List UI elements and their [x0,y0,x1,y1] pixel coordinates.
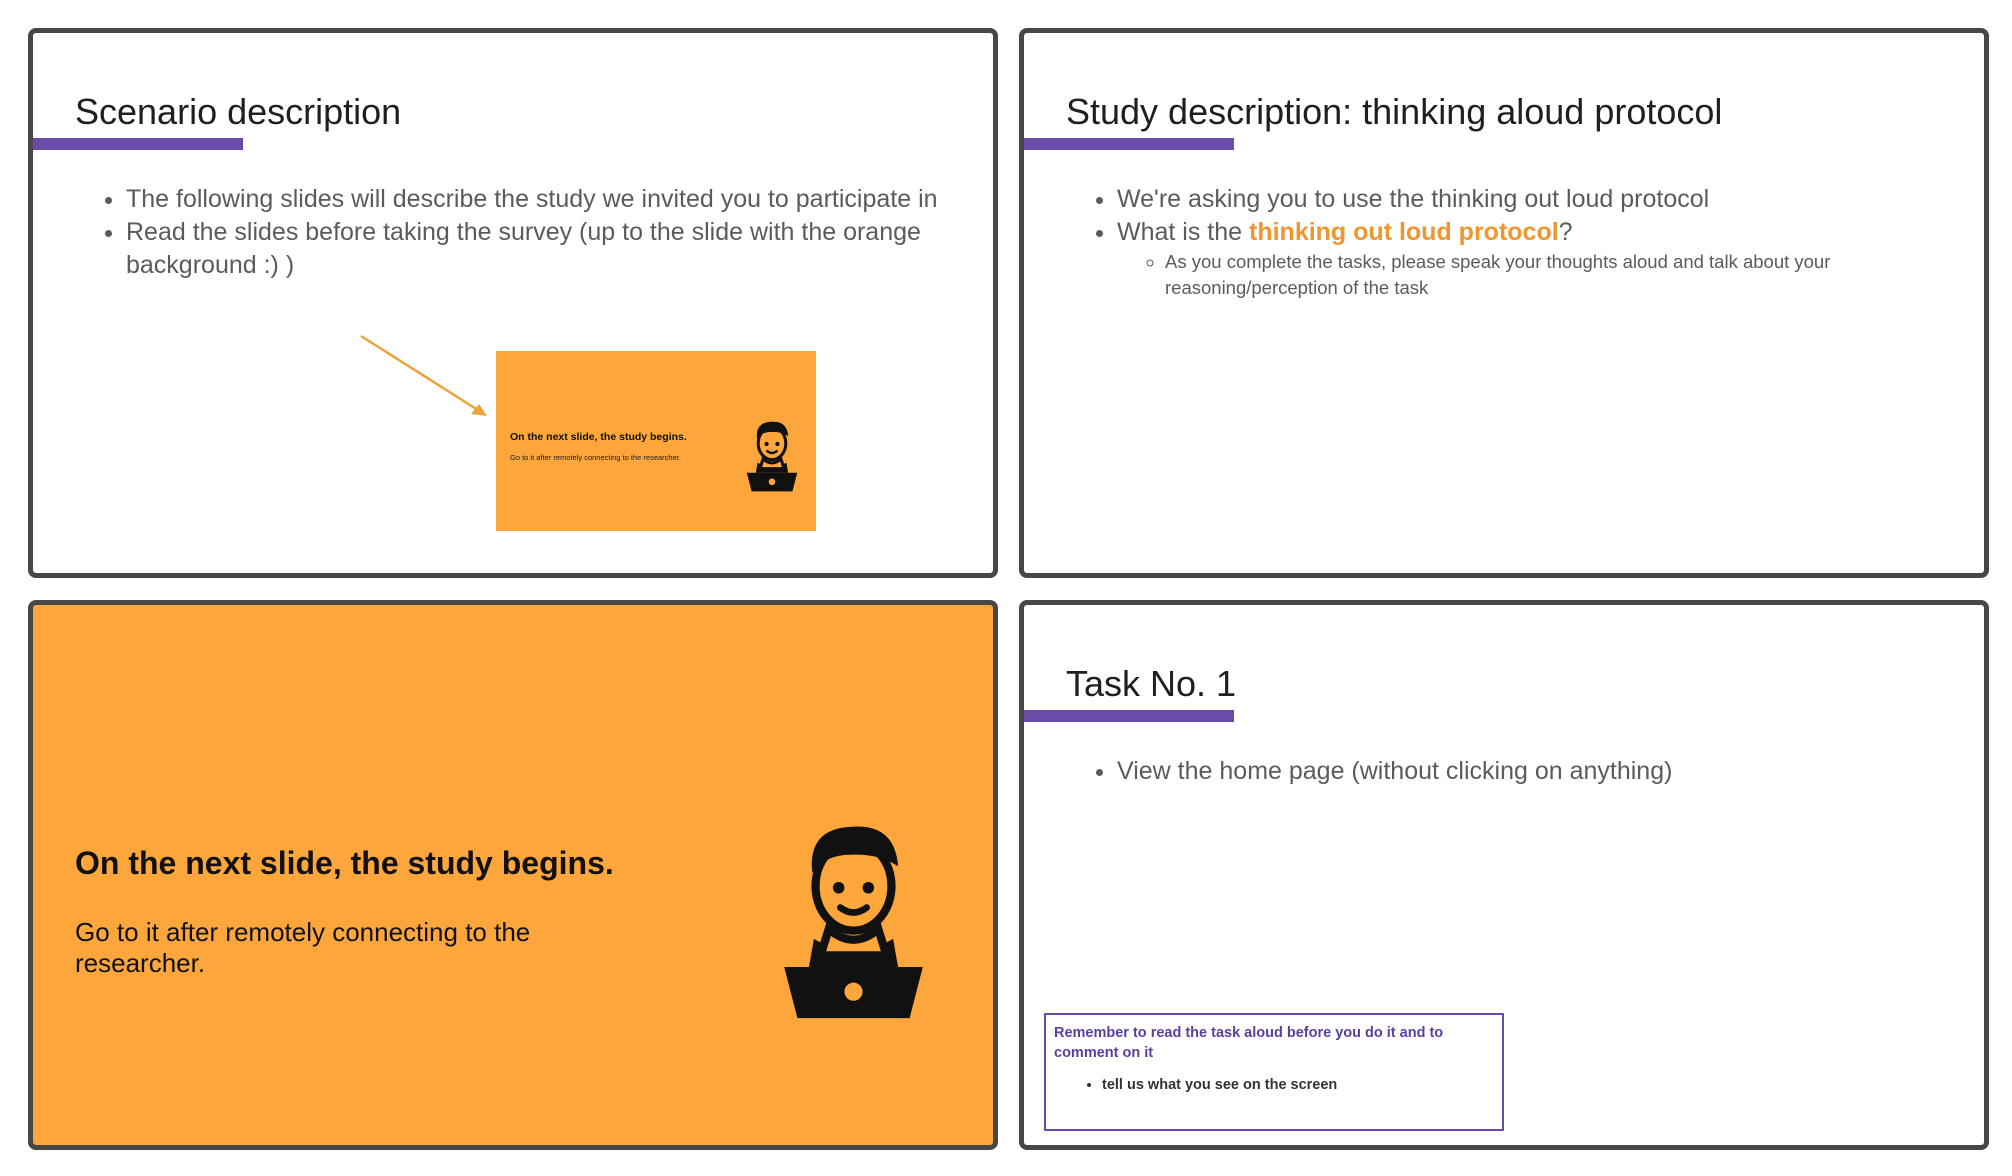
bullet-prefix: What is the [1117,218,1249,246]
slide-task-1[interactable]: Task No. 1 View the home page (without c… [1019,600,1989,1150]
bullet-list: The following slides will describe the s… [88,183,946,282]
sub-bullet-item: As you complete the tasks, please speak … [1165,249,1937,301]
bullet-list: View the home page (without clicking on … [1079,755,1937,788]
highlighted-term: thinking out loud protocol [1249,218,1559,246]
bullet-item: View the home page (without clicking on … [1117,755,1937,788]
title-accent-bar [1024,138,1234,150]
bullet-item: The following slides will describe the s… [126,183,946,216]
bullet-item: Read the slides before taking the survey… [126,216,946,282]
reminder-list: tell us what you see on the screen [1054,1077,1494,1093]
slide-study-description[interactable]: Study description: thinking aloud protoc… [1019,28,1989,578]
slide-scenario-description[interactable]: Scenario description The following slide… [28,28,998,578]
bullet-list: We're asking you to use the thinking out… [1079,183,1937,301]
title-accent-bar [1024,710,1234,722]
reminder-item: tell us what you see on the screen [1102,1077,1494,1093]
orange-slide-thumbnail: On the next slide, the study begins. Go … [496,351,816,531]
bullet-item: We're asking you to use the thinking out… [1117,183,1937,216]
slide-title: Study description: thinking aloud protoc… [1066,91,1723,132]
reminder-title: Remember to read the task aloud before y… [1054,1025,1444,1061]
slide-title: On the next slide, the study begins. [75,845,614,881]
bullet-suffix: ? [1558,218,1573,246]
person-laptop-icon [746,421,798,492]
thumbnail-subtitle: Go to it after remotely connecting to th… [510,453,681,462]
sub-bullet-list: As you complete the tasks, please speak … [1117,249,1937,301]
person-laptop-icon [784,826,923,1019]
slide-title: Scenario description [75,91,402,132]
slide-study-begins[interactable]: On the next slide, the study begins. Go … [28,600,998,1150]
bullet-item: What is the thinking out loud protocol? … [1117,216,1937,301]
slide-subtitle: Go to it after remotely connecting to th… [75,917,531,978]
slide-title: Task No. 1 [1066,663,1237,704]
reminder-box: Remember to read the task aloud before y… [1044,1013,1504,1131]
thumbnail-title: On the next slide, the study begins. [510,431,687,443]
title-accent-bar [33,138,243,150]
arrow-icon [360,334,487,416]
